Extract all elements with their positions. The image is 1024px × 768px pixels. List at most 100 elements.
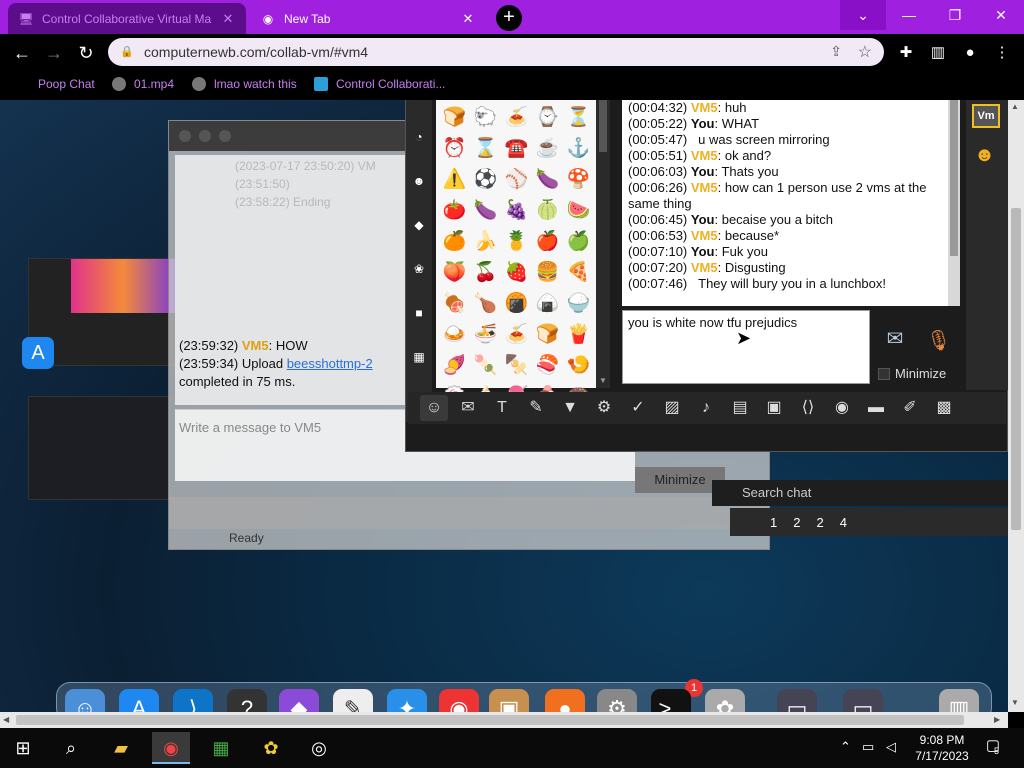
visual-studio-icon[interactable]: ◆ <box>279 689 319 712</box>
emoji-cell[interactable]: 🍛 <box>439 319 470 350</box>
file-icon[interactable]: ▤ <box>726 395 754 421</box>
webcam-icon[interactable]: ◉ <box>828 395 856 421</box>
emoji-cell[interactable]: 🍆 <box>470 195 501 226</box>
tab-search-button[interactable]: ⌄ <box>840 0 886 30</box>
firefox-icon[interactable]: ● <box>545 689 585 712</box>
bee-icon[interactable]: ✿ <box>705 689 745 712</box>
emoji-cell[interactable]: 🍖 <box>439 288 470 319</box>
settings-icon[interactable]: ⚙ <box>590 395 618 421</box>
safari-icon[interactable]: ✦ <box>387 689 427 712</box>
close-window-button[interactable]: ✕ <box>978 0 1024 30</box>
folder-icon[interactable]: ▣ <box>760 395 788 421</box>
count-badge[interactable]: 2 <box>793 515 800 530</box>
chat-log-scrollbar[interactable] <box>948 100 960 306</box>
bookmark-lmao[interactable]: lmao watch this <box>192 77 297 91</box>
emoji-cell[interactable]: 🍉 <box>563 195 594 226</box>
emoji-cell[interactable]: ⏳ <box>563 102 594 133</box>
emoji-cell[interactable]: 🍟 <box>563 319 594 350</box>
textedit-icon[interactable]: ✎ <box>333 689 373 712</box>
chrome-icon[interactable]: ◉ <box>439 689 479 712</box>
upload-link[interactable]: beesshottmp-2 <box>287 356 373 371</box>
emoji-cell[interactable]: 🍝 <box>501 102 532 133</box>
emoji-cell[interactable]: ⌚ <box>532 102 563 133</box>
bell-icon[interactable]: ◆ <box>410 216 428 234</box>
help-icon[interactable]: ? <box>227 689 267 712</box>
emoji-cell[interactable]: 🍑 <box>439 257 470 288</box>
symbols-icon[interactable]: ▦ <box>410 348 428 366</box>
scroll-down-arrow[interactable]: ▼ <box>599 376 607 385</box>
emoji-cell[interactable]: 🍜 <box>470 319 501 350</box>
scroll-thumb[interactable] <box>16 715 964 725</box>
emoji-cell[interactable]: 🍍 <box>501 226 532 257</box>
emoji-cell[interactable]: 🍣 <box>532 350 563 381</box>
vm-screen[interactable]: A (2023-07-17 23:50:20) VM (23:51:50) (2… <box>0 100 1008 712</box>
start-icon[interactable]: ⊞ <box>4 732 42 764</box>
back-button[interactable]: ← <box>9 40 35 66</box>
emoji-cell[interactable]: 🍕 <box>563 257 594 288</box>
count-badge[interactable]: 1 <box>770 515 777 530</box>
emoji-cell[interactable]: 🍔 <box>532 257 563 288</box>
emoji-cell[interactable]: 🐑 <box>470 102 501 133</box>
envelope-icon[interactable]: ✉ <box>454 395 482 421</box>
emoji-cell[interactable]: 🍓 <box>501 257 532 288</box>
chat-window[interactable]: ◔ ☻ ◆ ❀ ■ ▦ 🍞 🐑 🍝 ⌚ ⏳ ⏰ ⌛ ☎️ ☕ ⚓ ⚠️ ⚽ ⚾ 🍆 🍄 🍅 🍆 🍇 🍈 🍉 🍊 🍌 🍍 🍎 🍏 🍑… <box>405 100 1008 452</box>
emoji-cell[interactable]: 🍅 <box>439 195 470 226</box>
scroll-thumb[interactable] <box>1011 208 1021 530</box>
scroll-up-arrow[interactable]: ▲ <box>1011 102 1019 111</box>
emoji-cell[interactable]: ⏰ <box>439 133 470 164</box>
notes-icon[interactable]: ✐ <box>896 395 924 421</box>
emoji-cell[interactable]: 🍈 <box>532 195 563 226</box>
emoji-cell[interactable]: 🍡 <box>470 350 501 381</box>
close-icon[interactable]: ✕ <box>460 11 476 27</box>
car-icon[interactable]: ■ <box>410 304 428 322</box>
minimize-window-button[interactable]: — <box>886 0 932 30</box>
search-chat-input[interactable]: Search chat <box>712 480 1008 506</box>
app-store-icon[interactable]: A <box>22 337 54 369</box>
count-badge[interactable]: 4 <box>840 515 847 530</box>
emoji-cell[interactable]: 🍎 <box>532 226 563 257</box>
emoji-cell[interactable]: 🍤 <box>563 350 594 381</box>
emoji-cell[interactable]: 🍠 <box>439 350 470 381</box>
window-close-dot[interactable] <box>179 130 191 142</box>
restore-window-button[interactable]: ❐ <box>932 0 978 30</box>
archive-icon[interactable]: ▣ <box>489 689 529 712</box>
window-thumbnail[interactable] <box>28 396 170 500</box>
emoji-cell[interactable]: ⚽ <box>470 164 501 195</box>
minimize-checkbox[interactable] <box>878 368 890 380</box>
emoji-cell[interactable]: 🍏 <box>563 226 594 257</box>
app2-taskbar-icon[interactable]: ◎ <box>300 732 338 764</box>
screen-icon[interactable]: ▬ <box>862 395 890 421</box>
trash-icon[interactable]: ▥ <box>939 689 979 712</box>
scroll-right-arrow[interactable]: ▶ <box>994 715 1000 724</box>
tab-new-tab[interactable]: ◉ New Tab ✕ <box>250 3 486 34</box>
system-clock[interactable]: 9:08 PM 7/17/2023 <box>912 732 972 764</box>
draw-icon[interactable]: ✎ <box>522 395 550 421</box>
music-icon[interactable]: ♪ <box>692 395 720 421</box>
app-store-icon[interactable]: A <box>119 689 159 712</box>
address-bar[interactable]: 🔒 computernewb.com/collab-vm/#vm4 ⇪ ☆ <box>108 38 884 66</box>
page-horizontal-scrollbar[interactable]: ◀ ▶ <box>0 712 1008 728</box>
scroll-down-arrow[interactable]: ▼ <box>1011 698 1019 707</box>
chrome-taskbar-icon[interactable]: ◉ <box>152 732 190 764</box>
emoji-cell[interactable]: ⚠️ <box>439 164 470 195</box>
menu-icon[interactable]: ⋮ <box>991 42 1013 64</box>
emoji-cell[interactable]: ⚾ <box>501 164 532 195</box>
window-preview-icon[interactable]: ▭ <box>843 689 883 712</box>
emoji-cell[interactable]: ⌛ <box>470 133 501 164</box>
spellcheck-icon[interactable]: ✓ <box>624 395 652 421</box>
emoji-cell[interactable]: 🍗 <box>470 288 501 319</box>
emoji-cell[interactable]: ☕ <box>532 133 563 164</box>
microphone-icon[interactable]: 🎙 <box>926 328 951 358</box>
window-zoom-dot[interactable] <box>219 130 231 142</box>
vm-avatar[interactable]: Vm <box>972 104 1000 128</box>
star-icon[interactable]: ☆ <box>858 42 872 62</box>
scroll-thumb[interactable] <box>950 100 958 256</box>
tab-collabvm[interactable]: 🖥 Control Collaborative Virtual Ma ✕ <box>8 3 246 34</box>
emoji-icon[interactable]: ☺ <box>420 395 448 421</box>
bookmark-01mp4[interactable]: 01.mp4 <box>112 77 174 91</box>
emoji-cell[interactable]: 🍊 <box>439 226 470 257</box>
extensions-icon[interactable]: ✚ <box>895 42 917 64</box>
emoji-cell[interactable]: 🍄 <box>563 164 594 195</box>
scroll-thumb[interactable] <box>599 100 607 152</box>
bookmark-control-collab[interactable]: Control Collaborati... <box>314 77 445 91</box>
